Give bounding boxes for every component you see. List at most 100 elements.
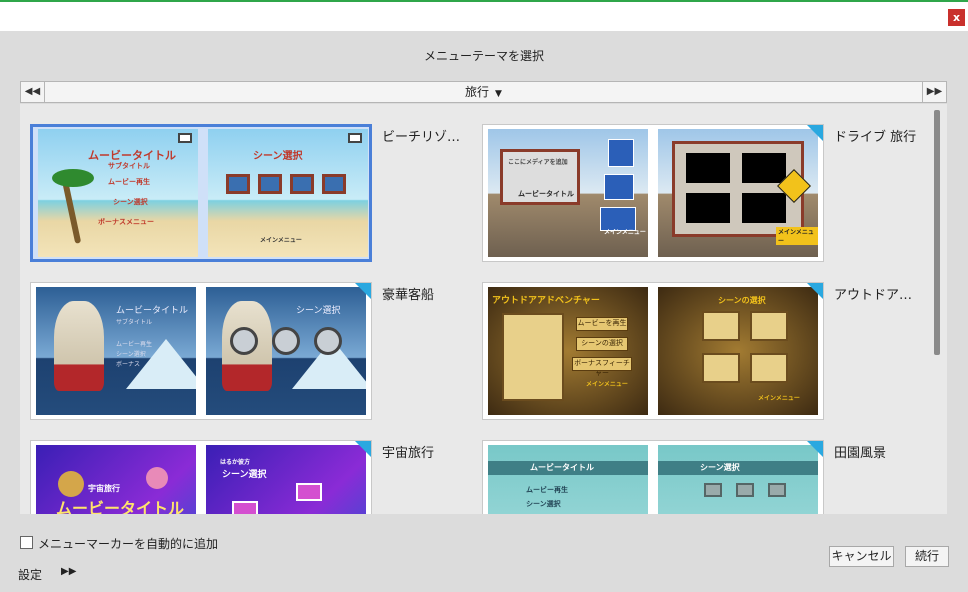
theme-thumbnail-scene-menu: はるか彼方 シーン選択 [206, 445, 366, 514]
category-dropdown[interactable]: 旅行 ▼ [21, 82, 946, 104]
theme-thumbnail-scene-menu: シーン選択 メインメニュー [208, 129, 368, 257]
thumb-title: ムービータイトル [116, 306, 189, 316]
thumb-subtitle: サブタイトル [116, 319, 153, 326]
new-badge-icon [807, 125, 823, 141]
thumb-title: シーン選択 [253, 151, 303, 162]
scene-frame [768, 483, 786, 497]
scene-frame [736, 483, 754, 497]
auto-menu-marker-label[interactable]: メニューマーカーを自動的に追加 [38, 535, 218, 552]
continue-button[interactable]: 続行 [905, 546, 949, 567]
scene-slot [742, 193, 786, 223]
thumb-title: シーン選択 [700, 463, 740, 472]
thumb-footer: メインメニュー [776, 227, 818, 245]
theme-card[interactable]: ここにメディアを追加 ムービータイトル メインメニュー メインメニュー [482, 124, 824, 262]
thumb-subtitle: 宇宙旅行 [88, 484, 120, 493]
title-bar: x [0, 0, 968, 31]
thumb-menu-item: シーンの選択 [576, 337, 628, 351]
theme-thumbnail-scene-menu: シーン選択 [206, 287, 366, 415]
thumb-footer: メインメニュー [260, 237, 302, 244]
thumb-subtitle: はるか彼方 [220, 459, 251, 466]
scene-porthole [314, 327, 342, 355]
auto-menu-marker-checkbox[interactable] [20, 536, 33, 549]
close-button[interactable]: x [948, 9, 965, 26]
thumb-sign-label: メインメニュー [604, 229, 646, 236]
scene-frame [704, 483, 722, 497]
scene-slot [742, 153, 786, 183]
scene-slot [750, 311, 788, 341]
theme-thumbnail-main-menu: ムービータイトル サブタイトル ムービー再生 シーン選択 ボーナス [36, 287, 196, 415]
thumb-subtitle: サブタイトル [108, 162, 150, 170]
planet [58, 471, 84, 497]
scene-slot [750, 353, 788, 383]
category-bar: ◀◀ 旅行 ▼ ▶▶ [20, 81, 947, 103]
thumb-title: ムービータイトル [518, 190, 574, 198]
settings-label[interactable]: 設定 [18, 566, 42, 583]
film-icon [348, 133, 362, 143]
thumb-menu-item: ムービー再生 [526, 486, 568, 494]
theme-name: アウトドアア… [834, 288, 924, 303]
scene-porthole [230, 327, 258, 355]
chevron-down-icon: ▼ [495, 89, 502, 99]
next-category-button[interactable]: ▶▶ [922, 82, 946, 102]
thumb-title: シーン選択 [296, 306, 341, 316]
gallery-scrollbar-thumb[interactable] [934, 110, 940, 355]
new-badge-icon [807, 441, 823, 457]
thumb-title: ムービータイトル [56, 499, 185, 514]
scene-frame [296, 483, 322, 501]
theme-thumbnail-scene-menu: シーン選択 [658, 445, 818, 514]
scene-frame [226, 174, 250, 194]
new-badge-icon [355, 441, 371, 457]
thumb-menu-item: ムービーを再生 [576, 317, 628, 331]
scene-porthole [272, 327, 300, 355]
road-sign [608, 139, 634, 167]
road-sign [604, 174, 634, 200]
theme-card[interactable]: ムービータイトル ムービー再生 シーン選択 シーン選択 [482, 440, 824, 514]
thumb-board-text: ここにメディアを追加 [508, 159, 568, 166]
new-badge-icon [807, 283, 823, 299]
scene-slot [702, 353, 740, 383]
dialog-title: メニューテーマを選択 [423, 49, 544, 63]
theme-drive-trip[interactable]: ここにメディアを追加 ムービータイトル メインメニュー メインメニュー ドライブ… [482, 124, 924, 262]
new-badge-icon [355, 283, 371, 299]
theme-thumbnail-main-menu: ムービータイトル サブタイトル ムービー再生 シーン選択 ボーナスメニュー [38, 129, 198, 257]
trail-map [502, 313, 564, 401]
cancel-button[interactable]: キャンセル [829, 546, 894, 567]
theme-outdoor-adventure[interactable]: アウトドアアドベンチャー ムービーを再生 シーンの選択 ボーナスフィーチャー メ… [482, 282, 924, 420]
thumb-title: アウトドアアドベンチャー [492, 296, 600, 306]
thumb-title: シーンの選択 [718, 296, 766, 305]
category-label: 旅行 [465, 85, 490, 99]
theme-card[interactable]: 宇宙旅行 ムービータイトル はるか彼方 シーン選択 [30, 440, 372, 514]
theme-name: ビーチリゾート [382, 130, 472, 145]
scene-frame [322, 174, 346, 194]
theme-luxury-ship[interactable]: ムービータイトル サブタイトル ムービー再生 シーン選択 ボーナス シーン選択 … [30, 282, 472, 420]
theme-thumbnail-main-menu: ムービータイトル ムービー再生 シーン選択 [488, 445, 648, 514]
ship-hull [54, 301, 104, 391]
theme-countryside[interactable]: ムービータイトル ムービー再生 シーン選択 シーン選択 田園風景 [482, 440, 924, 514]
expand-settings-icon[interactable]: ▶▶ [61, 566, 76, 577]
theme-space-trip[interactable]: 宇宙旅行 ムービータイトル はるか彼方 シーン選択 宇宙旅行 [30, 440, 472, 514]
theme-gallery: ムービータイトル サブタイトル ムービー再生 シーン選択 ボーナスメニュー シー… [20, 104, 947, 514]
palm-fronds [52, 169, 94, 187]
theme-name: 田園風景 [834, 446, 887, 461]
theme-card[interactable]: アウトドアアドベンチャー ムービーを再生 シーンの選択 ボーナスフィーチャー メ… [482, 282, 824, 420]
planet [146, 467, 168, 489]
thumb-footer: メインメニュー [758, 395, 800, 402]
thumb-menu-item: ボーナスメニュー [98, 218, 154, 226]
thumb-title: ムービータイトル [530, 463, 594, 472]
thumb-menu-item: シーン選択 [113, 198, 148, 206]
scene-slot [686, 193, 730, 223]
scene-slot [702, 311, 740, 341]
scene-frame [258, 174, 282, 194]
theme-card[interactable]: ムービータイトル サブタイトル ムービー再生 シーン選択 ボーナスメニュー シー… [30, 124, 372, 262]
theme-thumbnail-main-menu: アウトドアアドベンチャー ムービーを再生 シーンの選択 ボーナスフィーチャー メ… [488, 287, 648, 415]
theme-card[interactable]: ムービータイトル サブタイトル ムービー再生 シーン選択 ボーナス シーン選択 [30, 282, 372, 420]
theme-thumbnail-scene-menu: メインメニュー [658, 129, 818, 257]
thumb-menu-item: ボーナス [116, 361, 141, 368]
thumb-menu-item: ボーナスフィーチャー [572, 357, 632, 377]
theme-beach-resort[interactable]: ムービータイトル サブタイトル ムービー再生 シーン選択 ボーナスメニュー シー… [30, 124, 472, 262]
scene-frame [232, 501, 258, 514]
thumb-menu-item: シーン選択 [526, 500, 561, 508]
thumb-footer: メインメニュー [586, 381, 628, 388]
thumb-menu-item: シーン選択 [116, 351, 146, 358]
theme-name: 宇宙旅行 [382, 446, 435, 461]
